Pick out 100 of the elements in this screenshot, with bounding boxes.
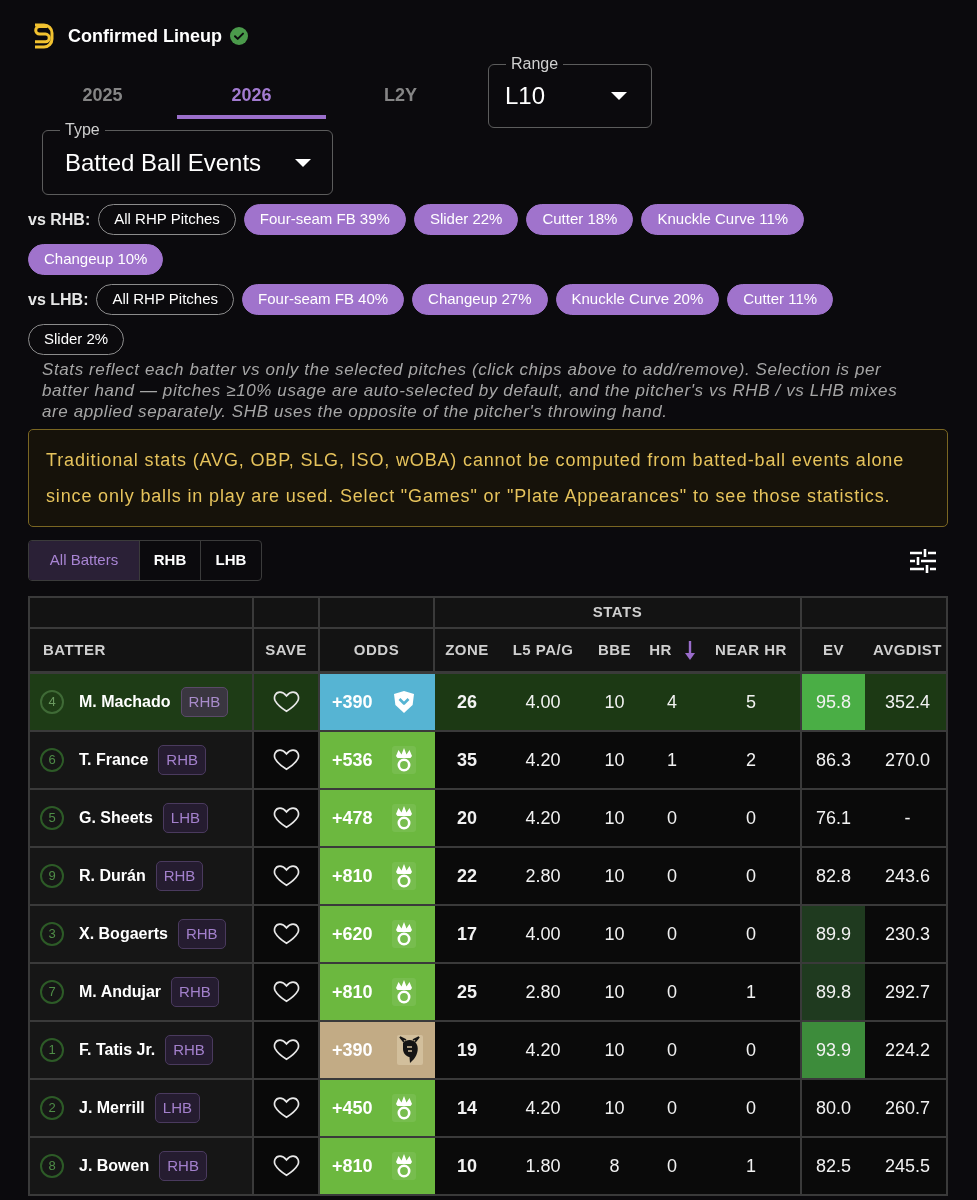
pitch-chip[interactable]: Cutter 18% — [526, 204, 634, 235]
table-cell-text: 10 — [603, 1096, 626, 1120]
column-header[interactable]: NEAR HR — [715, 638, 787, 662]
column-header[interactable]: EV — [823, 638, 844, 662]
table-cell-text: 10 — [603, 1038, 626, 1062]
batter-filter-tab[interactable]: LHB — [200, 541, 261, 580]
column-header[interactable]: BATTER — [43, 638, 106, 662]
table-cell-text: 10 — [603, 922, 626, 946]
crown-logo-icon — [392, 746, 416, 774]
sliders-icon[interactable] — [910, 548, 936, 573]
lineup-order-badge: 2 — [40, 1096, 64, 1120]
heart-icon[interactable] — [272, 807, 300, 829]
batter-filter-tab[interactable]: RHB — [139, 541, 200, 580]
table-cell-text: 0 — [666, 1038, 678, 1062]
table-cell: 0 — [702, 848, 802, 904]
caret-icon — [611, 92, 627, 100]
table-cell-text: 17 — [456, 922, 478, 946]
lineup-order-badge: 3 — [40, 922, 64, 946]
batter-filter-tab[interactable]: All Batters — [29, 541, 139, 580]
heart-icon[interactable] — [272, 1155, 300, 1177]
handedness-tag: LHB — [162, 803, 208, 833]
table-cell-text: 76.1 — [814, 806, 852, 830]
table-cell-text: 0 — [666, 864, 678, 888]
table-cell-text: 0 — [666, 1096, 678, 1120]
column-header[interactable]: SAVE — [265, 638, 307, 662]
table-cell: 95.8 — [802, 674, 865, 730]
crown-logo-icon — [392, 862, 416, 890]
handedness-tag: RHB — [158, 745, 207, 775]
table-cell-text: 2.80 — [524, 864, 562, 888]
pitch-chip[interactable]: Changeup 10% — [28, 244, 164, 275]
handedness-tag: RHB — [159, 1151, 207, 1181]
player-name: G. Sheets — [79, 808, 153, 828]
odds-value: +620 — [332, 922, 373, 946]
column-header[interactable]: ODDS — [353, 638, 400, 662]
heart-icon[interactable] — [272, 1097, 300, 1119]
year-tab[interactable]: L2Y — [326, 75, 475, 119]
odds-value: +536 — [332, 748, 373, 772]
pitch-chip[interactable]: Four-seam FB 39% — [243, 204, 406, 235]
field-label: Range — [506, 54, 564, 74]
pitch-chip[interactable]: Four-seam FB 40% — [242, 284, 405, 315]
pitch-chip[interactable]: Changeup 27% — [412, 284, 548, 315]
table-cell-text: 292.7 — [883, 980, 931, 1004]
table-cell-text: 2.80 — [524, 980, 562, 1004]
column-header[interactable]: HR — [649, 638, 695, 662]
table-cell-text: 10 — [603, 690, 626, 714]
table-cell: 0 — [702, 790, 802, 846]
year-tab[interactable]: 2026 — [177, 75, 326, 119]
column-header[interactable]: BBE — [597, 638, 632, 662]
lineup-order-badge: 4 — [40, 690, 64, 714]
table-cell: 89.8 — [802, 964, 865, 1020]
table-cell-text: 243.6 — [883, 864, 931, 888]
heart-icon[interactable] — [272, 865, 300, 887]
player-name: F. Tatis Jr. — [79, 1040, 156, 1060]
creature-logo-icon — [397, 1035, 423, 1065]
heart-icon[interactable] — [272, 923, 300, 945]
handedness-tag: RHB — [165, 1035, 213, 1065]
column-header[interactable]: L5 PA/G — [512, 638, 574, 662]
filter-label: vs LHB: — [28, 289, 89, 310]
pitch-chip[interactable]: Cutter 11% — [727, 284, 834, 315]
table-cell-text: 35 — [456, 748, 478, 772]
table-cell-text: 4.20 — [524, 748, 562, 772]
table-cell-text: 4 — [666, 690, 678, 714]
heart-icon[interactable] — [272, 981, 300, 1003]
table-cell-text: 260.7 — [883, 1096, 931, 1120]
table-cell-text: 10 — [603, 806, 626, 830]
odds-value: +810 — [332, 980, 373, 1004]
lineup-order-badge: 7 — [40, 980, 64, 1004]
table-cell-text: 8 — [608, 1154, 621, 1178]
player-name: M. Andujar — [79, 982, 162, 1002]
year-tab[interactable]: 2025 — [28, 75, 177, 119]
player-name: R. Durán — [79, 866, 146, 886]
heart-icon[interactable] — [272, 1039, 300, 1061]
page-title: Confirmed Lineup — [68, 24, 222, 48]
player-name: X. Bogaerts — [79, 924, 168, 944]
table-cell-text: 82.8 — [814, 864, 852, 888]
player-name: T. France — [79, 750, 149, 770]
table-cell-text: 1.80 — [524, 1154, 562, 1178]
field-label: Type — [60, 120, 105, 140]
table-cell-text: 0 — [666, 806, 678, 830]
table-cell-text: 14 — [456, 1096, 478, 1120]
pitch-chip[interactable]: Slider 22% — [413, 204, 519, 235]
table-cell-text: 82.5 — [814, 1154, 852, 1178]
crown-logo-icon — [392, 978, 416, 1006]
crown-logo-icon — [392, 804, 416, 832]
pitch-chip[interactable]: Knuckle Curve 20% — [555, 284, 720, 315]
heart-icon[interactable] — [272, 749, 300, 771]
heart-icon[interactable] — [272, 691, 300, 713]
table-cell: 89.9 — [802, 906, 865, 962]
table-cell-text: 4.20 — [524, 1096, 562, 1120]
pitch-chip[interactable]: Knuckle Curve 11% — [641, 204, 805, 235]
table-cell-text: 0 — [666, 1154, 678, 1178]
table-cell-text: 22 — [456, 864, 478, 888]
table-cell-text: 10 — [603, 980, 626, 1004]
player-name: J. Bowen — [79, 1156, 150, 1176]
column-header[interactable]: AVGDIST — [872, 638, 943, 662]
table-cell: 0 — [702, 1080, 802, 1136]
column-header[interactable]: ZONE — [445, 638, 489, 662]
player-name: M. Machado — [79, 692, 171, 712]
table-cell-text: - — [903, 806, 912, 830]
column-group-header: STATS — [592, 602, 643, 623]
